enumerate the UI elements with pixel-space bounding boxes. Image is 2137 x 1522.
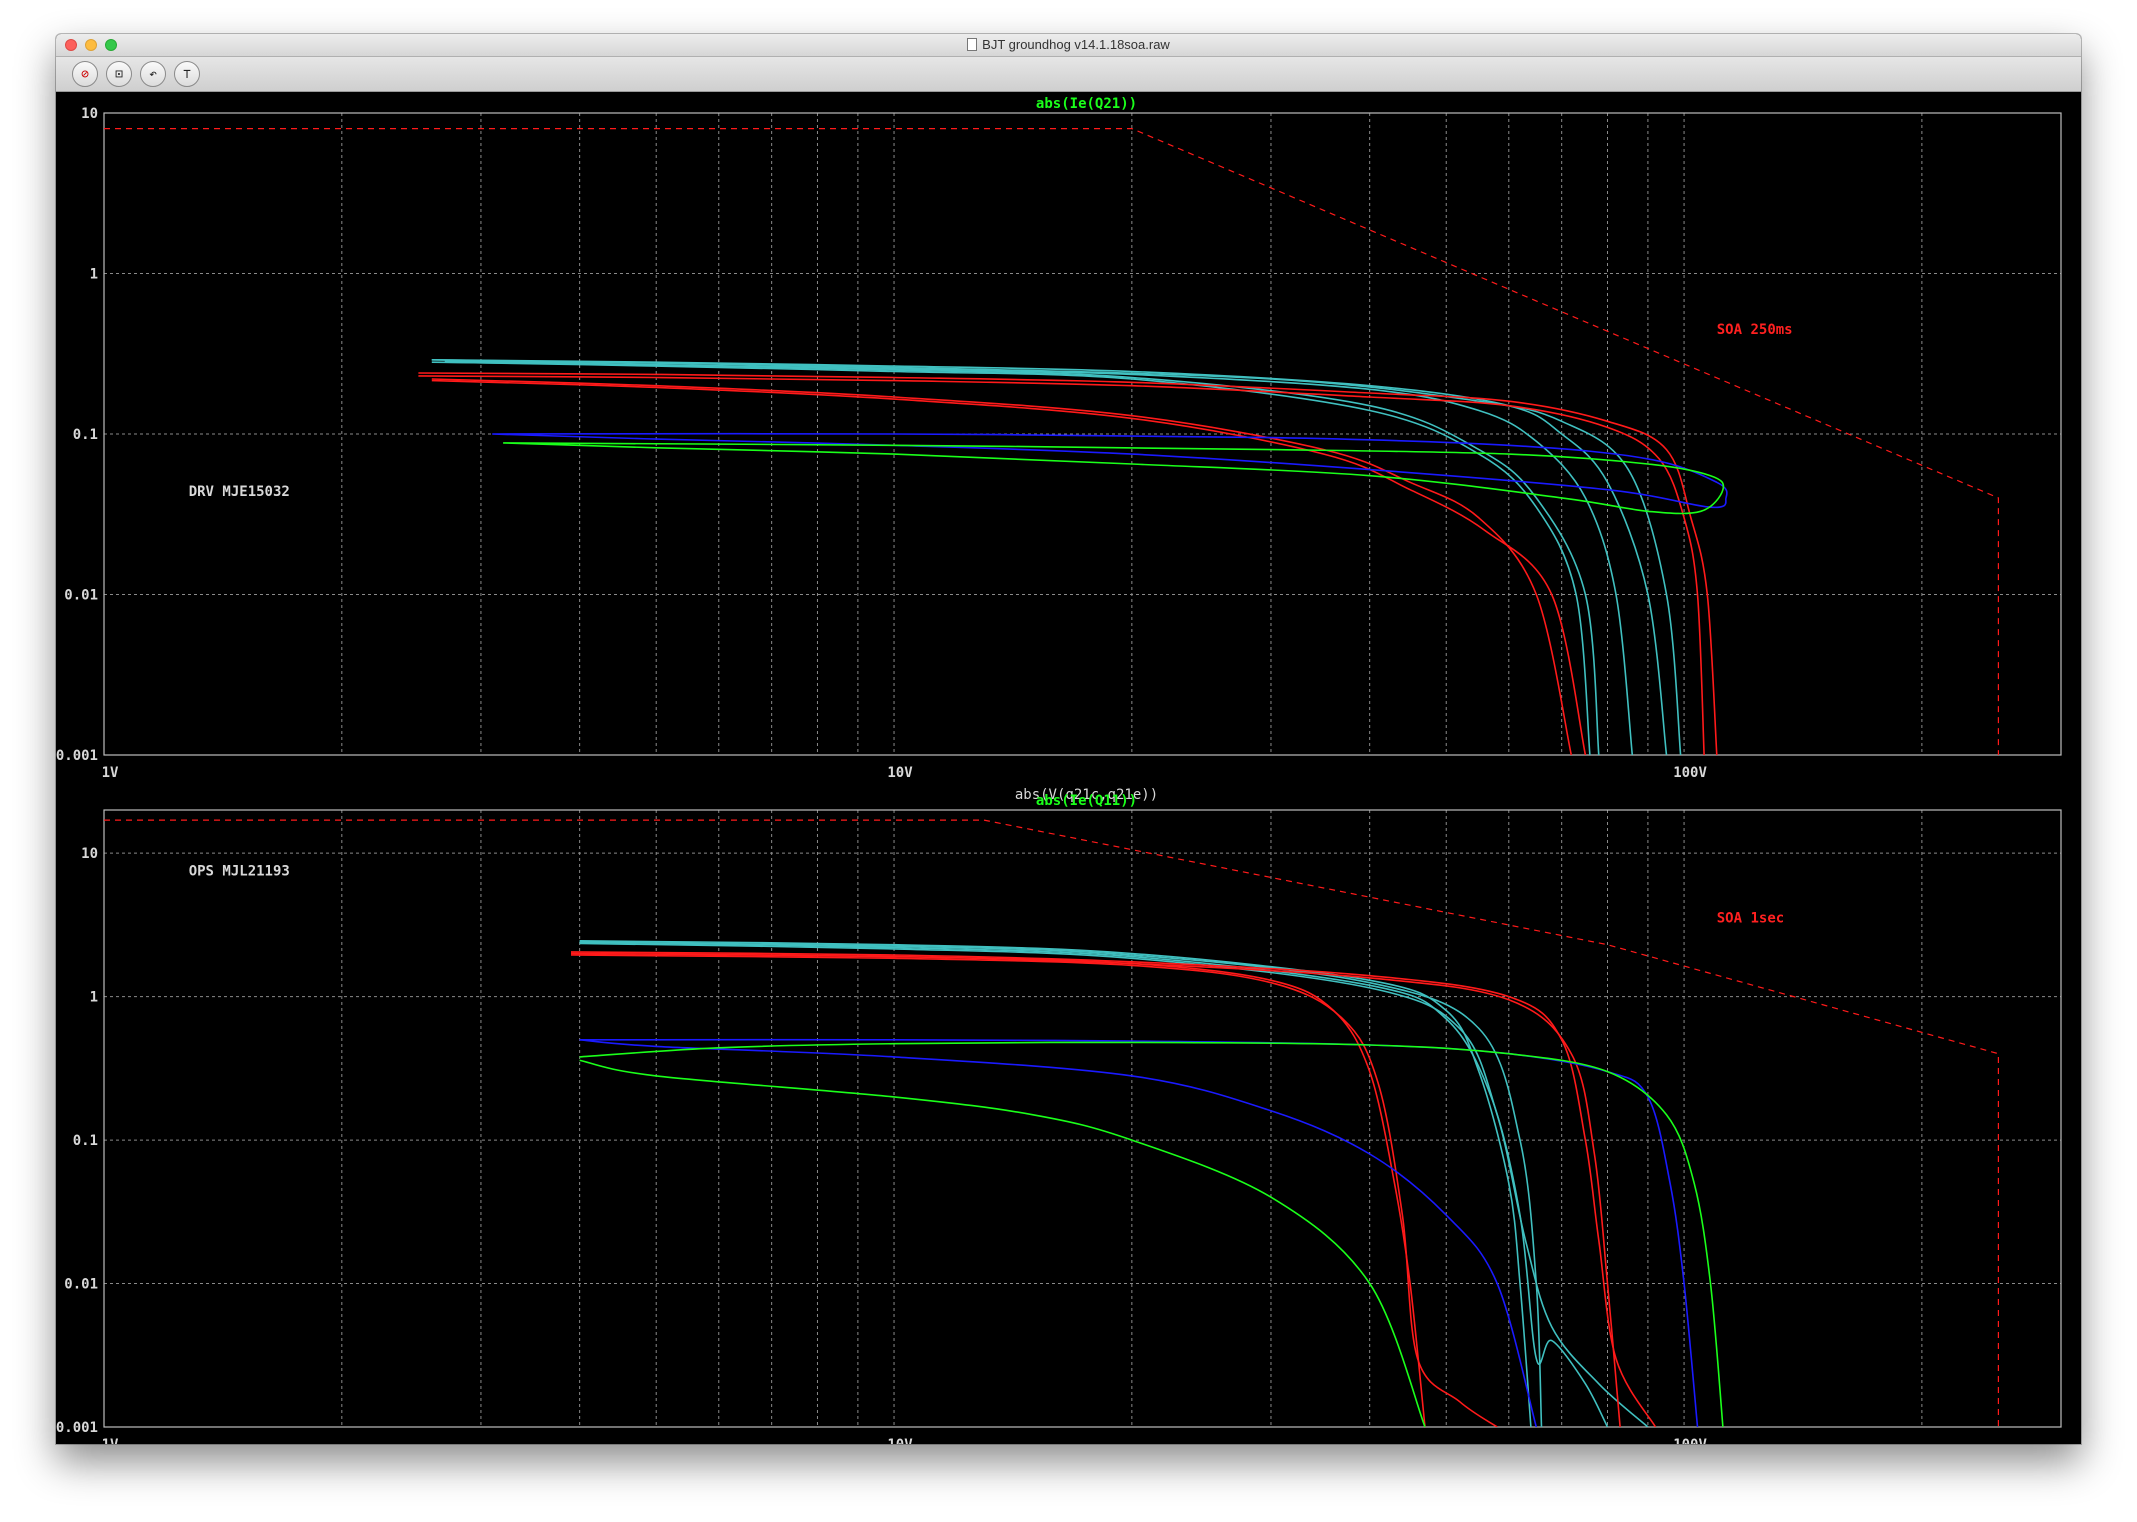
trace-line	[444, 360, 1600, 755]
waveform-plot-area[interactable]: abs(Ie(Q21))abs(V(q21c,q21e))1V 10V 100V10…	[56, 92, 2081, 1444]
window-title: BJT groundhog v14.1.18soa.raw	[56, 37, 2081, 52]
zoom-cancel-icon: ⊘	[81, 66, 89, 82]
trace-line	[579, 940, 1532, 1427]
trace-line	[570, 951, 1657, 1427]
toolbar: ⊘ ⊡ ↶ ⊤	[56, 57, 2081, 92]
trace-line	[579, 942, 1649, 1427]
soa-limit-line	[104, 819, 1999, 1427]
y-tick-label: 10	[81, 106, 98, 122]
trace-line	[444, 361, 1591, 755]
trace-line	[492, 432, 1728, 509]
zoom-back-button[interactable]: ↶	[140, 61, 166, 87]
trace-line	[579, 941, 1609, 1427]
y-tick-label: 0.01	[64, 588, 98, 604]
trace-line	[579, 1038, 1699, 1427]
trace-line	[579, 1041, 1724, 1427]
x-tick-label: 100V	[1673, 765, 1707, 781]
y-tick-label: 0.1	[73, 1133, 98, 1149]
chart-pane-2: abs(Ie(Q11))abs(V(q11e))1V10V100V1010.10…	[56, 793, 2062, 1444]
autorange-button[interactable]: ⊡	[106, 61, 132, 87]
zoom-cancel-button[interactable]: ⊘	[72, 61, 98, 87]
trace-line	[579, 1059, 1426, 1427]
y-tick-label: 1	[90, 990, 98, 1006]
plot-annotation: SOA 1sec	[1717, 910, 1784, 926]
trace-line	[418, 375, 1705, 755]
y-tick-label: 0.01	[64, 1277, 98, 1293]
probe-button[interactable]: ⊤	[174, 61, 200, 87]
trace-line	[579, 1039, 1538, 1427]
x-tick-label: 10V	[887, 765, 913, 781]
trace-line	[570, 952, 1426, 1427]
zoom-back-icon: ↶	[149, 66, 157, 82]
series-group	[104, 128, 1999, 755]
soa-limit-line	[104, 128, 1999, 755]
y-tick-label: 1	[90, 267, 98, 283]
plot-frame	[103, 809, 2062, 1428]
probe-icon: ⊤	[183, 66, 191, 82]
trace-line	[570, 954, 1498, 1427]
plot-annotation: OPS MJL21193	[189, 863, 290, 879]
trace-title: abs(Ie(Q11))	[1036, 793, 1137, 809]
x-tick-label: 1V	[102, 765, 119, 781]
document-icon	[967, 38, 978, 51]
plot-window: BJT groundhog v14.1.18soa.raw ⊘ ⊡ ↶ ⊤ ab…	[56, 34, 2081, 1444]
y-tick-label: 10	[81, 846, 98, 862]
trace-line	[431, 361, 1634, 755]
series-group	[104, 819, 1999, 1427]
x-tick-label: 100V	[1673, 1437, 1707, 1444]
window-title-text: BJT groundhog v14.1.18soa.raw	[982, 37, 1170, 52]
autorange-icon: ⊡	[115, 66, 123, 82]
y-tick-label: 0.1	[73, 427, 98, 443]
plot-annotation: DRV MJE15032	[189, 484, 290, 500]
trace-title: abs(Ie(Q21))	[1036, 96, 1137, 112]
trace-line	[570, 952, 1621, 1427]
trace-line	[431, 359, 1668, 755]
x-tick-label: 1V	[102, 1437, 119, 1444]
x-tick-label: 10V	[887, 1437, 913, 1444]
title-bar[interactable]: BJT groundhog v14.1.18soa.raw	[56, 34, 2081, 57]
trace-line	[431, 359, 1682, 755]
y-tick-label: 0.001	[56, 1420, 98, 1436]
chart-pane-1: abs(Ie(Q21))abs(V(q21c,q21e))1V 10V 100V10…	[56, 96, 2062, 803]
y-tick-label: 0.001	[56, 748, 98, 764]
plot-annotation: SOA 250ms	[1717, 322, 1793, 338]
